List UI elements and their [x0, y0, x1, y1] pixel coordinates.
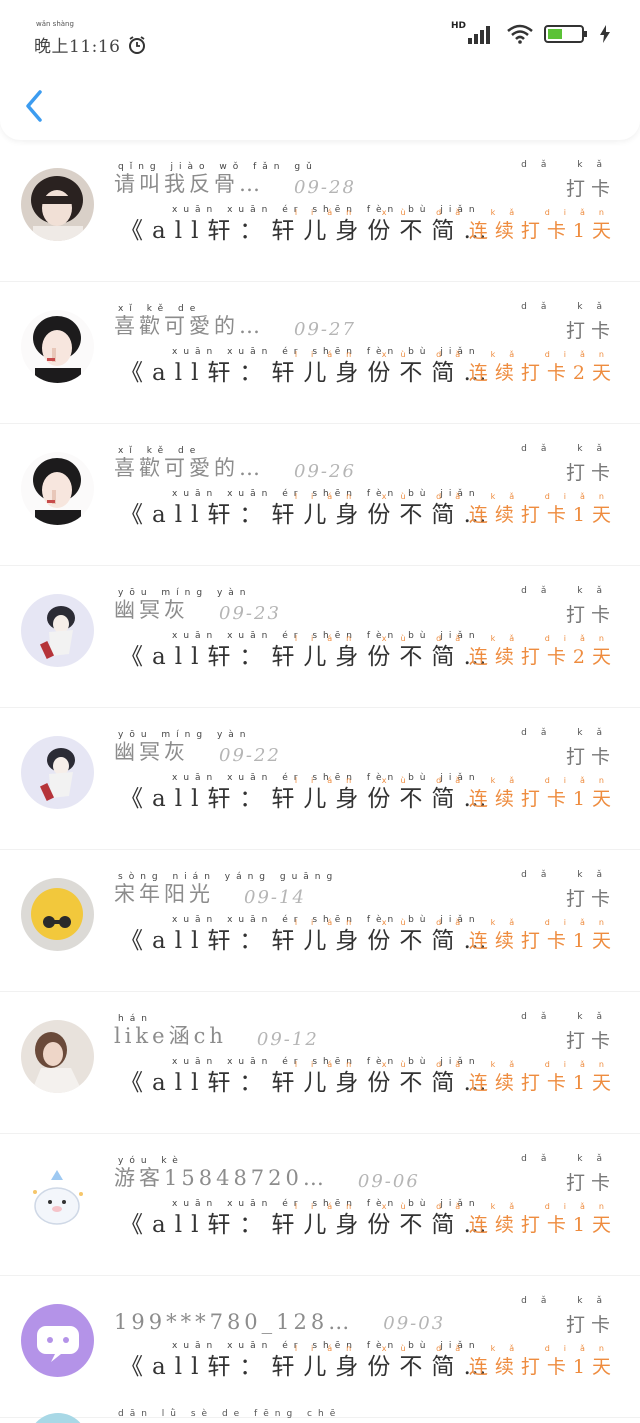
back-icon[interactable]: [22, 88, 48, 124]
name-line: xǐ kě de 喜歡可愛的… 09-26: [114, 446, 356, 482]
checkin-label: 打卡: [565, 320, 616, 342]
user-name: 199***780_128…: [114, 1310, 354, 1334]
battery-icon: [544, 25, 587, 43]
name-ruby: yōu míng yàn: [118, 588, 252, 598]
alarm-icon: [128, 36, 145, 54]
avatar[interactable]: [21, 1304, 94, 1377]
status-time: wǎn shàng 晚上11:16: [34, 20, 147, 57]
name-line: xǐ kě de 喜歡可愛的… 09-27: [114, 304, 356, 340]
avatar[interactable]: [21, 168, 94, 241]
checkin-list: qǐng jiào wǒ fǎn gǔ 请叫我反骨… 09-28 xuān xu…: [0, 140, 640, 1418]
checkin-ruby: dǎ kǎ: [521, 728, 616, 738]
post-date: 09-23: [219, 603, 281, 624]
streak-label: 连续打卡1天: [468, 220, 618, 242]
user-name: 游客15848720…: [114, 1166, 328, 1190]
checkin-label: 打卡: [565, 1314, 616, 1336]
status-icons: HD: [450, 21, 610, 44]
list-item[interactable]: yōu míng yàn 幽冥灰 09-22 xuān xuān ér shēn…: [0, 708, 640, 850]
name-line: yōu míng yàn 幽冥灰 09-22: [114, 730, 281, 766]
streak-label: 连续打卡1天: [468, 1072, 618, 1094]
checkin-label: 打卡: [565, 462, 616, 484]
hd-label: HD: [450, 21, 466, 31]
partial-list-item: dān lǜ sè de fēng chē: [0, 1403, 640, 1423]
post-date: 09-22: [219, 745, 281, 766]
name-line: hán like涵ch 09-12: [114, 1014, 319, 1050]
user-name: like涵ch: [114, 1024, 227, 1048]
streak-label: 连续打卡1天: [468, 1214, 618, 1236]
checkin-label: 打卡: [565, 1030, 616, 1052]
avatar[interactable]: [21, 452, 94, 525]
post-date: 09-28: [294, 177, 356, 198]
user-name: 幽冥灰: [114, 740, 189, 764]
user-name: 喜歡可愛的…: [114, 314, 264, 338]
checkin-ruby: dǎ kǎ: [521, 302, 616, 312]
streak-label: 连续打卡2天: [468, 646, 618, 668]
avatar[interactable]: [21, 878, 94, 951]
streak-label: 连续打卡1天: [468, 930, 618, 952]
post-date: 09-12: [256, 1029, 319, 1050]
checkin-ruby: dǎ kǎ: [521, 444, 616, 454]
checkin-ruby: dǎ kǎ: [521, 1012, 616, 1022]
list-item[interactable]: qǐng jiào wǒ fǎn gǔ 请叫我反骨… 09-28 xuān xu…: [0, 140, 640, 282]
list-item[interactable]: sòng nián yáng guāng 宋年阳光 09-14 xuān xuā…: [0, 850, 640, 992]
checkin-ruby: dǎ kǎ: [521, 1154, 616, 1164]
list-item[interactable]: 199***780_128… 09-03 xuān xuān ér shēn f…: [0, 1276, 640, 1418]
app-header: wǎn shàng 晚上11:16 HD: [0, 0, 640, 140]
list-item[interactable]: xǐ kě de 喜歡可愛的… 09-27 xuān xuān ér shēn …: [0, 282, 640, 424]
user-name: 幽冥灰: [114, 598, 189, 622]
checkin-ruby: dǎ kǎ: [521, 586, 616, 596]
name-line: yōu míng yàn 幽冥灰 09-23: [114, 588, 281, 624]
time-ruby: wǎn shàng: [36, 20, 74, 28]
name-line: qǐng jiào wǒ fǎn gǔ 请叫我反骨… 09-28: [114, 162, 356, 198]
avatar[interactable]: [21, 594, 94, 667]
user-name: 宋年阳光: [114, 882, 214, 906]
streak-label: 连续打卡1天: [468, 1356, 618, 1378]
name-line: 199***780_128… 09-03: [114, 1298, 445, 1334]
post-date: 09-26: [294, 461, 356, 482]
checkin-label: 打卡: [565, 888, 616, 910]
avatar[interactable]: [21, 310, 94, 383]
name-ruby: hán: [118, 1014, 153, 1024]
wifi-icon: [507, 24, 533, 44]
name-ruby: xǐ kě de: [118, 446, 202, 456]
avatar: [28, 1413, 88, 1423]
avatar[interactable]: [21, 736, 94, 809]
checkin-ruby: dǎ kǎ: [521, 160, 616, 170]
list-item[interactable]: yōu míng yàn 幽冥灰 09-23 xuān xuān ér shēn…: [0, 566, 640, 708]
post-date: 09-27: [294, 319, 356, 340]
user-name: 喜歡可愛的…: [114, 456, 264, 480]
list-item[interactable]: hán like涵ch 09-12 xuān xuān ér shēn fèn …: [0, 992, 640, 1134]
user-name: 请叫我反骨…: [114, 172, 264, 196]
partial-name-ruby: dān lǜ sè de fēng chē: [118, 1409, 342, 1419]
name-ruby: sòng nián yáng guāng: [118, 872, 339, 882]
list-item[interactable]: yóu kè 游客15848720… 09-06 xuān xuān ér sh…: [0, 1134, 640, 1276]
charging-icon: [600, 25, 610, 43]
post-date: 09-14: [244, 887, 306, 908]
name-ruby: qǐng jiào wǒ fǎn gǔ: [118, 162, 318, 172]
name-line: yóu kè 游客15848720… 09-06: [114, 1156, 420, 1192]
post-date: 09-03: [383, 1313, 446, 1334]
streak-label: 连续打卡1天: [468, 788, 618, 810]
name-ruby: yóu kè: [118, 1156, 184, 1166]
time-text: 晚上11:16: [34, 37, 121, 57]
streak-label: 连续打卡2天: [468, 362, 618, 384]
name-ruby: yōu míng yàn: [118, 730, 252, 740]
checkin-label: 打卡: [565, 178, 616, 200]
name-ruby: xǐ kě de: [118, 304, 202, 314]
post-date: 09-06: [357, 1171, 420, 1192]
name-line: sòng nián yáng guāng 宋年阳光 09-14: [114, 872, 332, 908]
list-item[interactable]: xǐ kě de 喜歡可愛的… 09-26 xuān xuān ér shēn …: [0, 424, 640, 566]
avatar[interactable]: [21, 1162, 94, 1235]
checkin-label: 打卡: [565, 1172, 616, 1194]
checkin-label: 打卡: [565, 604, 616, 626]
status-bar: wǎn shàng 晚上11:16 HD: [0, 20, 640, 58]
checkin-label: 打卡: [565, 746, 616, 768]
signal-icon: [468, 26, 490, 44]
streak-label: 连续打卡1天: [468, 504, 618, 526]
checkin-ruby: dǎ kǎ: [521, 870, 616, 880]
checkin-ruby: dǎ kǎ: [521, 1296, 616, 1306]
avatar[interactable]: [21, 1020, 94, 1093]
